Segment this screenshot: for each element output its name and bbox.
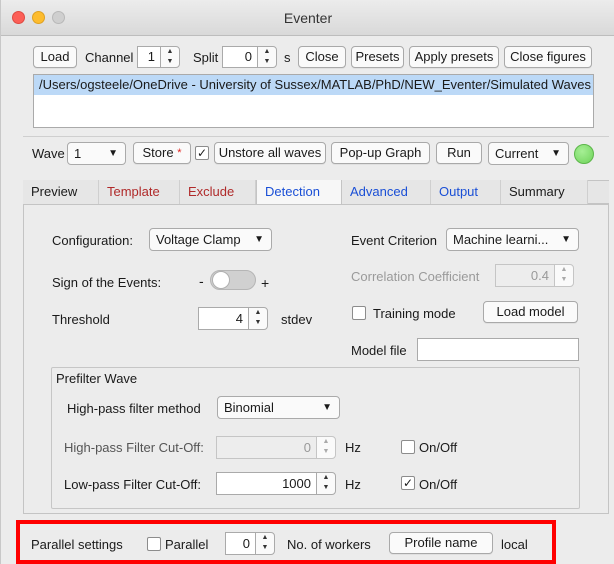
file-list-item-selected[interactable]: /Users/ogsteele/OneDrive - University of… bbox=[34, 75, 593, 95]
store-checkbox[interactable]: ✓ bbox=[195, 146, 209, 160]
tab-detection[interactable]: Detection bbox=[256, 180, 342, 205]
hp-cutoff-input[interactable]: 0 bbox=[216, 436, 317, 459]
file-list[interactable]: /Users/ogsteele/OneDrive - University of… bbox=[33, 74, 594, 128]
split-label: Split bbox=[193, 50, 219, 65]
channel-label: Channel bbox=[85, 50, 134, 65]
eventer-window: Eventer Load Channel 1 ▲ ▼ Split 0 ▲ ▼ s C… bbox=[0, 0, 614, 564]
criterion-label: Event Criterion bbox=[351, 233, 437, 248]
lp-cutoff-stepper[interactable]: ▲ ▼ bbox=[316, 472, 336, 495]
popup-graph-button[interactable]: Pop-up Graph bbox=[331, 142, 430, 164]
chevron-down-icon: ▼ bbox=[254, 234, 264, 245]
lp-onoff-checkbox[interactable]: ✓ bbox=[401, 476, 415, 490]
hp-unit: Hz bbox=[345, 440, 361, 455]
unstore-all-waves-button[interactable]: Unstore all waves bbox=[214, 142, 326, 164]
model-file-label: Model file bbox=[351, 343, 407, 358]
tab-output[interactable]: Output bbox=[431, 180, 501, 204]
correlation-input[interactable]: 0.4 bbox=[495, 264, 555, 287]
toggle-knob bbox=[212, 271, 230, 289]
workers-input[interactable]: 0 bbox=[225, 532, 256, 555]
mode-select[interactable]: Current ▼ bbox=[488, 142, 569, 165]
wave-select-value: 1 bbox=[74, 146, 82, 161]
workers-stepper[interactable]: ▲ ▼ bbox=[255, 532, 275, 555]
close-figures-button[interactable]: Close figures bbox=[504, 46, 592, 68]
training-mode-label: Training mode bbox=[373, 306, 456, 321]
hp-method-select[interactable]: Binomial ▼ bbox=[217, 396, 340, 419]
hp-onoff-label: On/Off bbox=[419, 440, 458, 455]
tab-preview[interactable]: Preview bbox=[23, 180, 99, 204]
training-mode-checkbox[interactable] bbox=[352, 306, 366, 320]
chevron-down-icon: ▼ bbox=[322, 402, 332, 413]
sign-plus: + bbox=[261, 275, 270, 291]
tab-template[interactable]: Template bbox=[99, 180, 180, 204]
tab-advanced[interactable]: Advanced bbox=[342, 180, 431, 204]
apply-presets-button[interactable]: Apply presets bbox=[409, 46, 499, 68]
store-marker: * bbox=[177, 147, 182, 159]
threshold-unit: stdev bbox=[281, 312, 313, 327]
threshold-stepper[interactable]: ▲ ▼ bbox=[248, 307, 268, 330]
criterion-select[interactable]: Machine learni... ▼ bbox=[446, 228, 579, 251]
hp-cutoff-stepper[interactable]: ▲ ▼ bbox=[316, 436, 336, 459]
presets-button[interactable]: Presets bbox=[351, 46, 404, 68]
close-button[interactable]: Close bbox=[298, 46, 346, 68]
load-model-button[interactable]: Load model bbox=[483, 301, 578, 323]
configuration-select[interactable]: Voltage Clamp ▼ bbox=[149, 228, 272, 251]
sign-label: Sign of the Events: bbox=[52, 275, 162, 290]
chevron-down-icon: ▼ bbox=[551, 148, 561, 159]
hp-onoff-checkbox[interactable] bbox=[401, 440, 415, 454]
channel-input[interactable]: 1 bbox=[137, 46, 161, 68]
separator bbox=[23, 136, 609, 137]
model-file-input[interactable] bbox=[417, 338, 579, 361]
correlation-stepper[interactable]: ▲ ▼ bbox=[554, 264, 574, 287]
correlation-label: Correlation Coefficient bbox=[351, 269, 480, 284]
chevron-down-icon: ▼ bbox=[108, 148, 118, 159]
wave-select[interactable]: 1 ▼ bbox=[67, 142, 126, 165]
prefilter-title: Prefilter Wave bbox=[56, 371, 138, 386]
lp-cutoff-input[interactable]: 1000 bbox=[216, 472, 317, 495]
sign-toggle[interactable] bbox=[210, 270, 256, 290]
parallel-settings-label: Parallel settings bbox=[31, 537, 123, 552]
split-unit: s bbox=[284, 50, 291, 65]
load-button[interactable]: Load bbox=[33, 46, 77, 68]
profile-value: local bbox=[501, 537, 528, 552]
profile-name-button[interactable]: Profile name bbox=[389, 532, 493, 554]
workers-label: No. of workers bbox=[287, 537, 371, 552]
wave-label: Wave bbox=[32, 146, 65, 161]
mode-select-value: Current bbox=[495, 146, 539, 161]
sign-minus: - bbox=[199, 273, 204, 289]
hp-method-value: Binomial bbox=[224, 400, 274, 415]
split-input[interactable]: 0 bbox=[222, 46, 258, 68]
threshold-label: Threshold bbox=[52, 312, 110, 327]
configuration-label: Configuration: bbox=[52, 233, 133, 248]
channel-stepper[interactable]: ▲ ▼ bbox=[160, 46, 180, 68]
split-stepper[interactable]: ▲ ▼ bbox=[257, 46, 277, 68]
chevron-down-icon: ▼ bbox=[561, 234, 571, 245]
store-label: Store bbox=[142, 145, 174, 160]
window-title: Eventer bbox=[283, 10, 333, 26]
criterion-value: Machine learni... bbox=[453, 232, 549, 247]
lp-cutoff-label: Low-pass Filter Cut-Off: bbox=[64, 477, 202, 492]
hp-cutoff-label: High-pass Filter Cut-Off: bbox=[64, 440, 204, 455]
parallel-checkbox[interactable] bbox=[147, 537, 161, 551]
hp-method-label: High-pass filter method bbox=[67, 401, 201, 416]
lp-unit: Hz bbox=[345, 477, 361, 492]
tab-exclude[interactable]: Exclude bbox=[180, 180, 256, 204]
run-button[interactable]: Run bbox=[436, 142, 482, 164]
tab-summary[interactable]: Summary bbox=[501, 180, 588, 204]
parallel-label: Parallel bbox=[165, 537, 209, 552]
status-indicator-icon bbox=[574, 144, 594, 164]
store-button[interactable]: Store * bbox=[133, 142, 191, 164]
configuration-value: Voltage Clamp bbox=[156, 232, 241, 247]
lp-onoff-label: On/Off bbox=[419, 477, 458, 492]
threshold-input[interactable]: 4 bbox=[198, 307, 249, 330]
title-bar: Eventer bbox=[1, 0, 614, 36]
